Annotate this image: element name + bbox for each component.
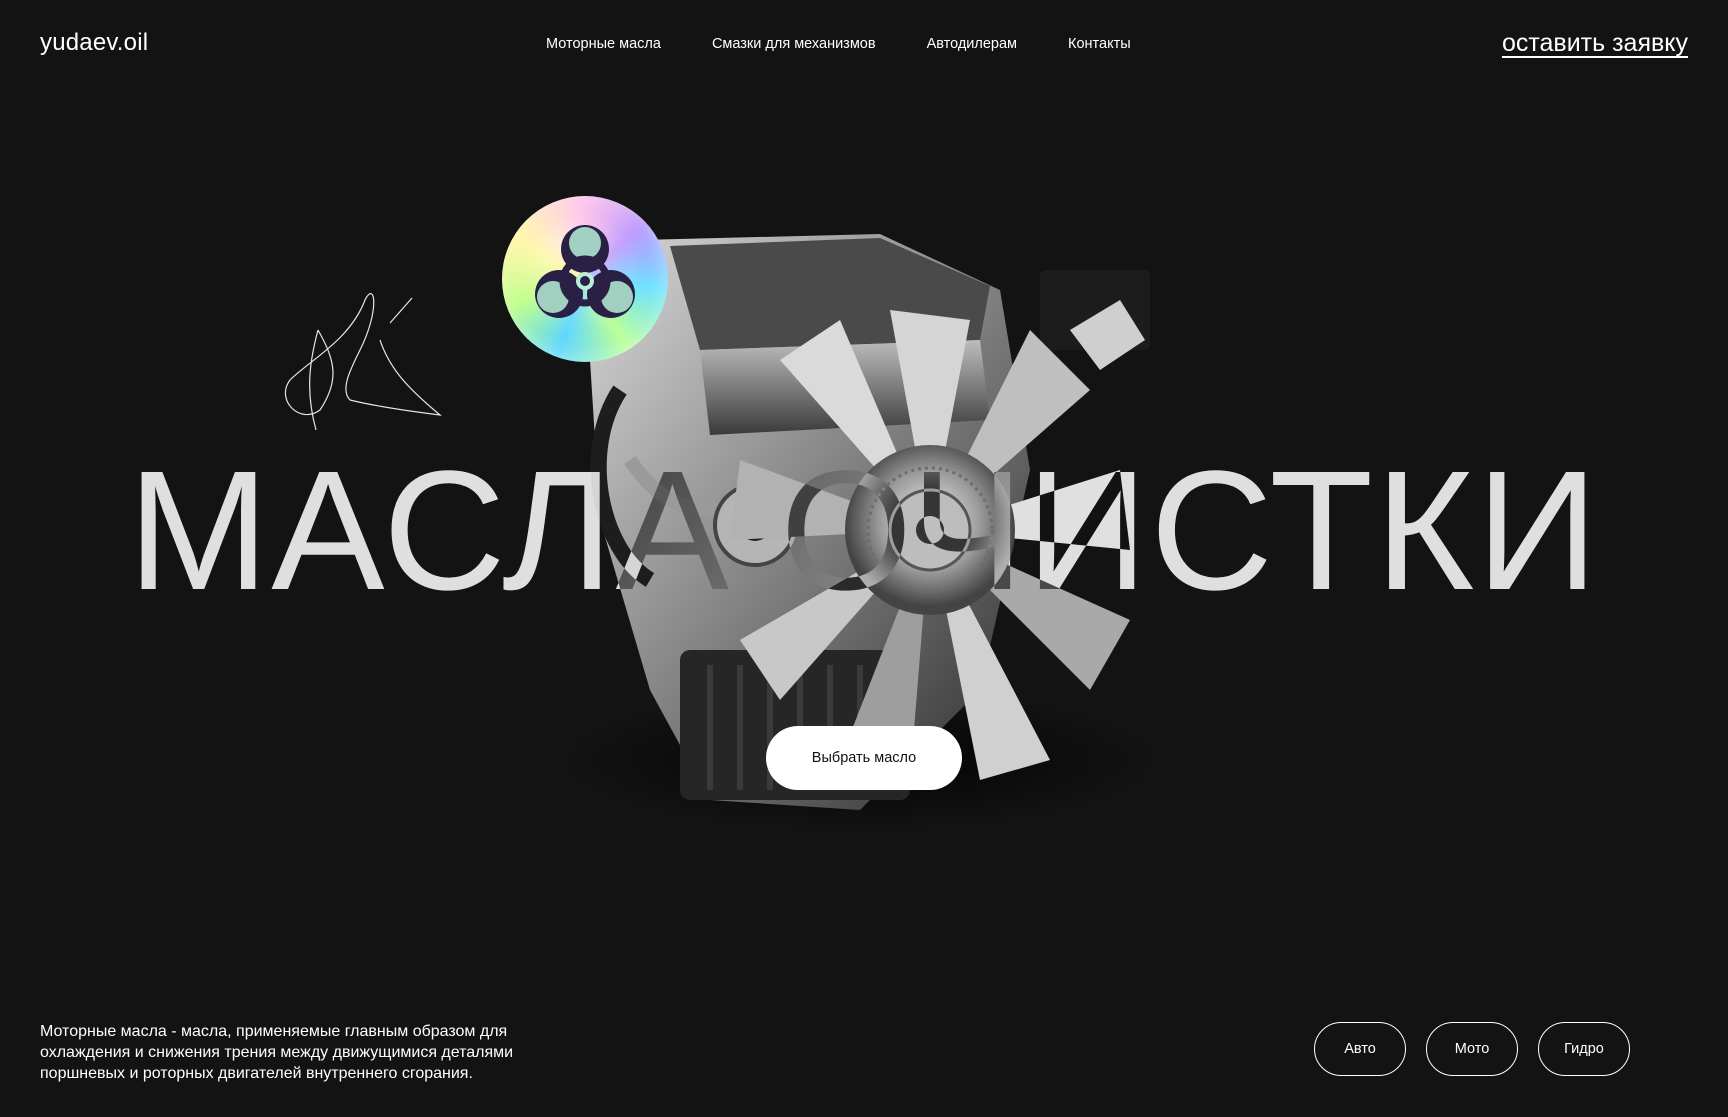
- description-text: Моторные масла - масла, применяемые глав…: [40, 1023, 514, 1082]
- signature-graphic: [284, 293, 442, 431]
- biohazard-icon: [535, 225, 635, 318]
- hero-section: МАСЛА ОЧИСТКИ Выбрать масло: [0, 0, 1728, 1117]
- biohazard-badge: [502, 196, 668, 362]
- category-hydro-button[interactable]: Гидро: [1538, 1022, 1630, 1076]
- hero-headline: МАСЛА ОЧИСТКИ: [127, 436, 1601, 626]
- category-pills: Авто Мото Гидро: [1314, 1022, 1630, 1076]
- category-moto-button[interactable]: Мото: [1426, 1022, 1518, 1076]
- select-oil-button[interactable]: Выбрать масло: [766, 726, 962, 790]
- category-auto-button[interactable]: Авто: [1314, 1022, 1406, 1076]
